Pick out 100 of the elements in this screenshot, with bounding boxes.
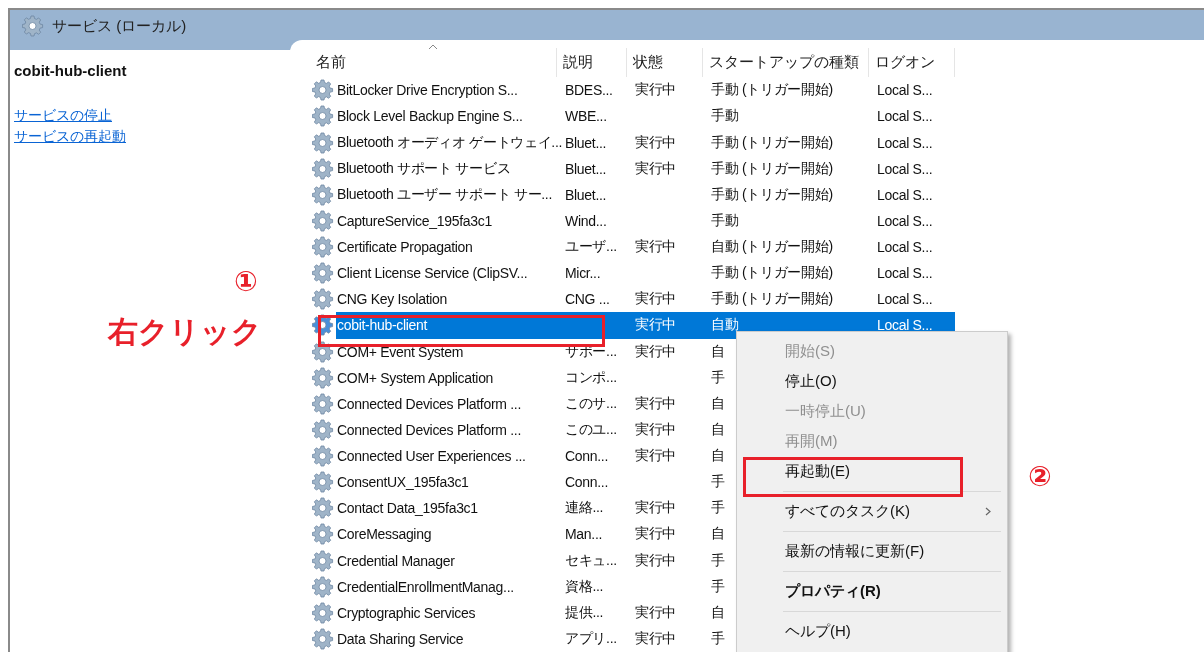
description-text: Conn... — [565, 448, 609, 465]
gear-icon — [312, 262, 334, 285]
status-text: 実行中 — [635, 81, 677, 100]
service-name[interactable]: Certificate Propagation — [337, 239, 473, 256]
description-text: Micr... — [565, 265, 601, 282]
description-text: コンポ... — [565, 368, 617, 387]
service-name[interactable]: Cryptographic Services — [337, 604, 476, 621]
status-text: 実行中 — [635, 238, 677, 257]
description-text: BDES... — [565, 82, 613, 99]
status-text: 実行中 — [635, 630, 677, 648]
logon-text: Local S... — [877, 239, 933, 256]
service-name[interactable]: CaptureService_195fa3c1 — [337, 213, 492, 229]
startup-text: 手動 (トリガー開始) — [711, 264, 833, 283]
startup-text: 手動 — [711, 107, 739, 126]
service-name[interactable]: Connected Devices Platform ... — [337, 422, 521, 438]
gear-icon — [312, 392, 334, 415]
gear-icon — [312, 105, 334, 128]
gear-icon — [312, 236, 334, 259]
status-text: 実行中 — [635, 603, 677, 622]
startup-text: 手動 (トリガー開始) — [711, 185, 833, 204]
gear-icon — [312, 471, 334, 494]
service-name[interactable]: COM+ System Application — [337, 369, 494, 386]
column-header[interactable]: 名前 — [310, 48, 557, 78]
logon-text: Local S... — [877, 186, 933, 203]
gear-icon — [312, 210, 334, 232]
service-name[interactable]: Bluetooth オーディオ ゲートウェイ... — [337, 133, 563, 152]
service-name[interactable]: BitLocker Drive Encryption S... — [337, 82, 518, 99]
service-name[interactable]: Connected Devices Platform ... — [337, 395, 521, 412]
description-text: ユーザ... — [565, 238, 617, 257]
service-name[interactable]: Credential Manager — [337, 552, 455, 569]
service-name[interactable]: Contact Data_195fa3c1 — [337, 500, 478, 517]
status-text: 実行中 — [635, 290, 677, 309]
logon-text: Local S... — [877, 291, 933, 308]
column-header[interactable]: スタートアップの種類 — [703, 48, 869, 78]
selected-row[interactable]: cobit-hub-client 実行中 自動 Local S... — [310, 312, 955, 339]
status-text: 実行中 — [635, 394, 677, 413]
gear-icon — [312, 131, 334, 154]
service-name[interactable]: Connected User Experiences ... — [337, 448, 526, 465]
gear-icon — [312, 157, 334, 180]
sort-ascending-icon — [428, 44, 438, 50]
menu-item[interactable]: 再起動(E) — [737, 456, 1007, 486]
service-name[interactable]: CoreMessaging — [337, 526, 432, 543]
description-text: 資格... — [565, 577, 604, 596]
description-text: このサ... — [565, 394, 617, 413]
service-name[interactable]: Data Sharing Service — [337, 631, 464, 647]
logon-text: Local S... — [877, 317, 933, 334]
startup-text: 自動 (トリガー開始) — [711, 238, 833, 257]
step-number: ① — [234, 268, 258, 296]
gear-icon — [312, 575, 334, 598]
startup-text: 自 — [711, 421, 725, 439]
description-text: Conn... — [565, 474, 609, 491]
menu-item[interactable]: すべてのタスク(K) — [737, 496, 1007, 526]
startup-text: 手動 — [711, 212, 739, 230]
status-text: 実行中 — [635, 159, 677, 178]
startup-text: 自 — [711, 394, 725, 413]
description-text: Wind... — [565, 213, 607, 229]
annotation-caption: 右クリック — [108, 317, 262, 347]
description-text: Man... — [565, 526, 603, 543]
logon-text: Local S... — [877, 134, 933, 151]
description-text: WBE... — [565, 108, 607, 125]
service-action-link[interactable]: サービスの再起動 — [14, 126, 126, 147]
menu-item[interactable]: ヘルプ(H) — [737, 616, 1007, 646]
status-text: 実行中 — [635, 551, 677, 570]
description-text: このユ... — [565, 421, 617, 439]
description-text: 連絡... — [565, 499, 604, 518]
logon-text: Local S... — [877, 82, 933, 99]
menu-item[interactable]: プロパティ(R) — [737, 576, 1007, 606]
startup-text: 手動 (トリガー開始) — [711, 81, 833, 100]
startup-text: 手 — [711, 368, 725, 387]
description-text: CNG ... — [565, 291, 610, 308]
startup-text: 手動 (トリガー開始) — [711, 159, 833, 178]
service-action-link[interactable]: サービスの停止 — [14, 105, 112, 126]
submenu-chevron-icon — [985, 506, 991, 516]
window-title: サービス (ローカル) — [52, 16, 187, 36]
column-header[interactable]: ログオン — [869, 48, 955, 78]
startup-text: 手 — [711, 499, 725, 518]
startup-text: 手 — [711, 551, 725, 570]
startup-text: 手 — [711, 630, 725, 648]
column-header[interactable]: 説明 — [557, 48, 627, 78]
service-name[interactable]: cobit-hub-client — [337, 317, 428, 334]
status-text: 実行中 — [635, 499, 677, 518]
service-name[interactable]: Client License Service (ClipSV... — [337, 265, 528, 282]
gear-icon — [312, 445, 334, 468]
service-name[interactable]: Bluetooth ユーザー サポート サー... — [337, 185, 552, 204]
logon-text: Local S... — [877, 160, 933, 177]
service-name[interactable]: ConsentUX_195fa3c1 — [337, 474, 469, 491]
startup-text: 自 — [711, 342, 725, 361]
menu-item[interactable]: 停止(O) — [737, 366, 1007, 396]
status-text: 実行中 — [635, 525, 677, 544]
gear-icon — [312, 523, 334, 546]
service-name[interactable]: Bluetooth サポート サービス — [337, 159, 511, 178]
gear-icon — [22, 15, 44, 37]
service-name[interactable]: COM+ Event System — [337, 343, 463, 360]
startup-text: 手 — [711, 473, 725, 492]
description-text: セキュ... — [565, 551, 617, 570]
column-header[interactable]: 状態 — [627, 48, 703, 78]
service-name[interactable]: CNG Key Isolation — [337, 291, 448, 308]
service-name[interactable]: CredentialEnrollmentManag... — [337, 578, 514, 595]
service-name[interactable]: Block Level Backup Engine S... — [337, 108, 523, 125]
menu-item[interactable]: 最新の情報に更新(F) — [737, 536, 1007, 566]
